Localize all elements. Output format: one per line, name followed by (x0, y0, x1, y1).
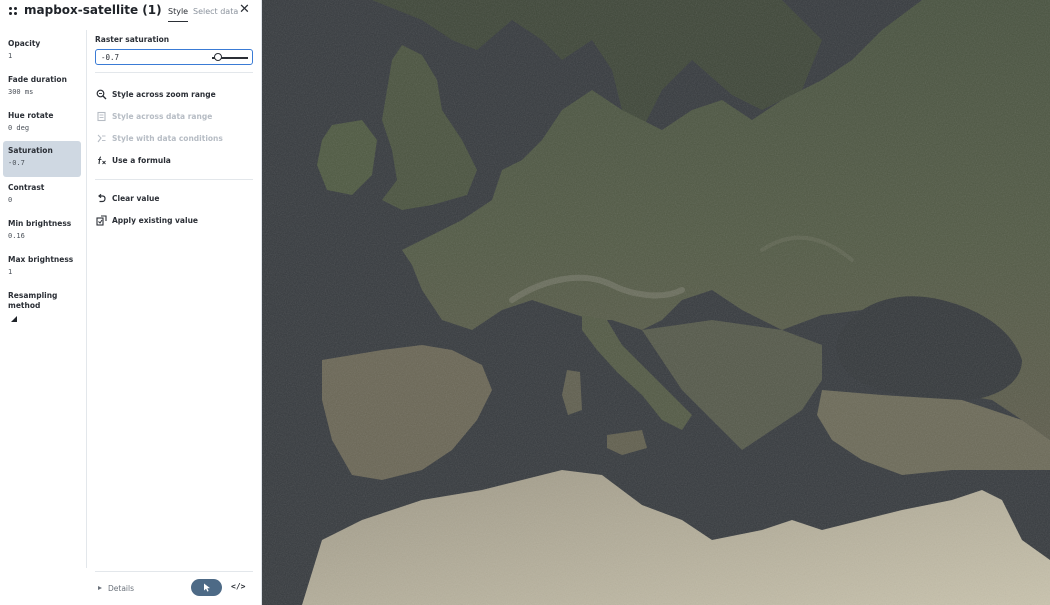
code-view-button[interactable]: </> (231, 582, 245, 591)
style-zoom-range-button[interactable]: Style across zoom range (95, 87, 216, 101)
property-value: 0 deg (8, 124, 30, 132)
property-value: 0.16 (8, 232, 25, 240)
formula-icon (95, 154, 107, 166)
cursor-icon (203, 583, 210, 592)
property-name: Opacity (8, 39, 41, 48)
property-name: Min brightness (8, 219, 72, 228)
data-conditions-icon (95, 132, 107, 144)
apply-existing-value-button[interactable]: Apply existing value (95, 213, 198, 227)
property-resampling-method[interactable]: Resampling method (3, 286, 65, 332)
property-max-brightness[interactable]: Max brightness 1 (3, 250, 81, 284)
property-opacity[interactable]: Opacity 1 (3, 34, 81, 68)
layer-title: mapbox-satellite (1) (24, 3, 162, 17)
property-fade-duration[interactable]: Fade duration 300 ms (3, 70, 81, 104)
property-value: 1 (8, 268, 13, 276)
property-min-brightness[interactable]: Min brightness 0.16 (3, 214, 81, 248)
panel-divider (86, 30, 87, 568)
undo-icon (95, 192, 107, 204)
tab-style[interactable]: Style (168, 7, 189, 22)
property-value: 0 (8, 196, 13, 204)
action-label: Use a formula (112, 155, 171, 165)
property-name: Contrast (8, 183, 45, 192)
action-label: Style across data range (112, 111, 213, 121)
close-icon[interactable]: ✕ (239, 3, 250, 17)
property-name: Resampling method (8, 291, 58, 310)
action-label: Clear value (112, 193, 160, 203)
data-range-icon (95, 110, 107, 122)
style-data-conditions-button: Style with data conditions (95, 131, 223, 145)
clear-value-button[interactable]: Clear value (95, 191, 159, 205)
property-value: 300 ms (8, 88, 34, 96)
editor-label: Raster saturation (95, 35, 170, 44)
editor-divider (95, 179, 253, 180)
caret-right-icon (98, 586, 102, 590)
action-label: Style across zoom range (112, 89, 216, 99)
property-contrast[interactable]: Contrast 0 (3, 178, 81, 212)
property-name: Saturation (8, 146, 53, 155)
action-label: Style with data conditions (112, 133, 223, 143)
property-hue-rotate[interactable]: Hue rotate 0 deg (3, 106, 81, 140)
details-toggle[interactable]: Details (98, 584, 134, 593)
property-name: Hue rotate (8, 111, 54, 120)
panel-header: mapbox-satellite (1) Style Select data ✕ (0, 0, 262, 24)
details-label: Details (108, 584, 135, 593)
europe-satellite-imagery (262, 0, 1050, 605)
property-name: Max brightness (8, 255, 74, 264)
satellite-map[interactable] (262, 0, 1050, 605)
layer-editor-panel: mapbox-satellite (1) Style Select data ✕… (0, 0, 262, 605)
dropdown-arrow-icon (11, 316, 17, 322)
apply-value-icon (95, 214, 107, 226)
saturation-input-value[interactable]: -0.7 (101, 53, 119, 62)
property-name: Fade duration (8, 75, 67, 84)
inspect-pointer-button[interactable] (191, 579, 222, 596)
zoom-range-icon (95, 88, 107, 100)
use-formula-button[interactable]: Use a formula (95, 153, 171, 167)
saturation-slider-thumb[interactable] (214, 53, 223, 61)
raster-layer-icon (9, 7, 18, 16)
style-data-range-button: Style across data range (95, 109, 212, 123)
saturation-input[interactable]: -0.7 (95, 49, 253, 65)
tab-select-data[interactable]: Select data (193, 7, 238, 16)
property-saturation[interactable]: Saturation -0.7 (3, 141, 81, 177)
property-value: -0.7 (8, 159, 25, 167)
editor-divider (95, 72, 253, 73)
footer-divider (95, 571, 253, 572)
action-label: Apply existing value (112, 215, 198, 225)
property-value: 1 (8, 52, 13, 60)
